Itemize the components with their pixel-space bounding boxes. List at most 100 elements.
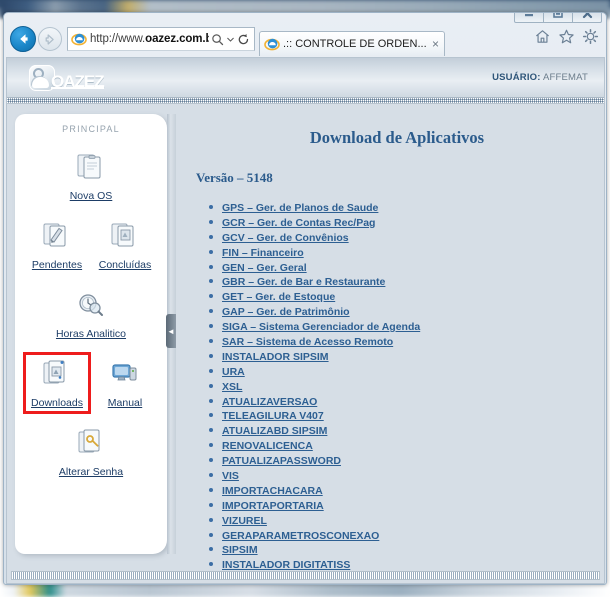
download-link[interactable]: GAP – Ger. de Patrimônio bbox=[222, 306, 350, 318]
page-viewport: OAZEZ USUÁRIO: AFFEMAT PRINCIPAL Nova OS… bbox=[6, 57, 605, 584]
list-item: RENOVALICENCA bbox=[208, 439, 600, 453]
document-key-icon bbox=[41, 424, 141, 462]
list-item: ATUALIZABD SIPSIM bbox=[208, 424, 600, 438]
sidebar-row: Pendentes Concluídas bbox=[15, 217, 167, 273]
close-icon bbox=[582, 13, 592, 18]
list-item: XSL bbox=[208, 380, 600, 394]
tab-favicon-ie-icon bbox=[264, 38, 280, 51]
sidebar-item-alterar-senha[interactable]: Alterar Senha bbox=[41, 424, 141, 480]
user-info: USUÁRIO: AFFEMAT bbox=[492, 72, 588, 83]
download-link[interactable]: VIS bbox=[222, 470, 239, 482]
download-link[interactable]: SIPSIM bbox=[222, 544, 258, 556]
list-item: IMPORTACHACARA bbox=[208, 484, 600, 498]
browser-window: http://www.oazez.com.br/ bbox=[3, 12, 607, 585]
sidebar-row: Downloads Manual bbox=[15, 352, 167, 414]
clock-magnifier-icon bbox=[41, 286, 141, 324]
refresh-button[interactable] bbox=[235, 28, 252, 50]
sidebar-item-label: Manual bbox=[107, 397, 143, 409]
computer-monitor-icon bbox=[94, 355, 156, 393]
tab-close-icon[interactable]: × bbox=[430, 38, 441, 50]
arrow-right-icon bbox=[45, 33, 54, 45]
list-item: URA bbox=[208, 365, 600, 379]
list-item: GCR – Ger. de Contas Rec/Pag bbox=[208, 216, 600, 230]
download-link[interactable]: GERAPARAMETROSCONEXAO bbox=[222, 530, 379, 542]
document-check-icon bbox=[94, 217, 156, 255]
download-link[interactable]: GBR – Ger. de Bar e Restaurante bbox=[222, 276, 385, 288]
list-item: SIPSIM bbox=[208, 543, 600, 557]
footer-hatch-divider bbox=[11, 571, 600, 580]
maximize-icon bbox=[553, 13, 563, 18]
list-item: GEN – Ger. Geral bbox=[208, 261, 600, 275]
sidebar-row: Alterar Senha bbox=[15, 424, 167, 480]
site-header: OAZEZ USUÁRIO: AFFEMAT bbox=[7, 58, 604, 98]
sidebar-item-manual[interactable]: Manual bbox=[94, 355, 156, 411]
ie-logo-icon bbox=[71, 33, 87, 46]
sidebar-item-nova-os[interactable]: Nova OS bbox=[60, 148, 122, 204]
address-bar[interactable]: http://www.oazez.com.br/ bbox=[67, 27, 255, 51]
sidebar-item-label: Alterar Senha bbox=[58, 466, 124, 478]
browser-tab[interactable]: .:: CONTROLE DE ORDEN... × bbox=[259, 31, 445, 56]
download-link[interactable]: ATUALIZABD SIPSIM bbox=[222, 425, 327, 437]
list-item: PATUALIZAPASSWORD bbox=[208, 454, 600, 468]
list-item: SIGA – Sistema Gerenciador de Agenda bbox=[208, 320, 600, 334]
refresh-icon bbox=[238, 33, 249, 44]
document-stack-icon bbox=[60, 148, 122, 186]
sidebar-item-horas-analitico[interactable]: Horas Analitico bbox=[41, 286, 141, 342]
download-link[interactable]: GPS – Ger. de Planos de Saude bbox=[222, 202, 378, 214]
download-link[interactable]: GEN – Ger. Geral bbox=[222, 262, 307, 274]
forward-button[interactable] bbox=[38, 27, 62, 51]
download-link[interactable]: GET – Ger. de Estoque bbox=[222, 291, 335, 303]
list-item: GCV – Ger. de Convênios bbox=[208, 231, 600, 245]
address-text: http://www.oazez.com.br/ bbox=[90, 33, 209, 45]
download-link[interactable]: GCR – Ger. de Contas Rec/Pag bbox=[222, 217, 375, 229]
download-link[interactable]: URA bbox=[222, 366, 245, 378]
sidebar-item-label: Horas Analitico bbox=[55, 328, 127, 340]
back-button[interactable] bbox=[10, 26, 36, 52]
home-button[interactable] bbox=[534, 28, 551, 50]
download-link[interactable]: SIGA – Sistema Gerenciador de Agenda bbox=[222, 321, 420, 333]
sidebar-collapse-button[interactable]: ◄ bbox=[166, 314, 176, 348]
site-logo[interactable]: OAZEZ bbox=[29, 64, 105, 91]
page-title: Download de Aplicativos bbox=[309, 128, 485, 147]
download-link[interactable]: IMPORTAPORTARIA bbox=[222, 500, 324, 512]
download-link[interactable]: IMPORTACHACARA bbox=[222, 485, 323, 497]
document-pen-icon bbox=[26, 217, 88, 255]
download-link[interactable]: INSTALADOR DIGITATISS bbox=[222, 559, 350, 571]
sidebar-item-concluidas[interactable]: Concluídas bbox=[94, 217, 156, 273]
page-body: PRINCIPAL Nova OS Pendentes Concluídas H… bbox=[7, 104, 604, 583]
sidebar-item-pendentes[interactable]: Pendentes bbox=[26, 217, 88, 273]
download-document-icon bbox=[26, 355, 88, 393]
star-icon bbox=[559, 29, 574, 44]
browser-command-bar bbox=[534, 28, 606, 50]
sidebar-row: Nova OS bbox=[15, 148, 167, 204]
list-item: TELEAGILURA V407 bbox=[208, 409, 600, 423]
download-link[interactable]: INSTALADOR SIPSIM bbox=[222, 351, 329, 363]
list-item: INSTALADOR SIPSIM bbox=[208, 350, 600, 364]
list-item: IMPORTAPORTARIA bbox=[208, 499, 600, 513]
sidebar-item-downloads[interactable]: Downloads bbox=[23, 352, 91, 414]
minimize-icon bbox=[525, 14, 533, 17]
download-link[interactable]: SAR – Sistema de Acesso Remoto bbox=[222, 336, 393, 348]
browser-toolbar: http://www.oazez.com.br/ bbox=[4, 22, 606, 56]
download-link[interactable]: VIZUREL bbox=[222, 515, 267, 527]
list-item: GAP – Ger. de Patrimônio bbox=[208, 305, 600, 319]
sidebar-item-label: Nova OS bbox=[69, 190, 113, 202]
download-link[interactable]: ATUALIZAVERSAO bbox=[222, 396, 317, 408]
download-link[interactable]: XSL bbox=[222, 381, 242, 393]
settings-button[interactable] bbox=[582, 28, 599, 50]
download-link[interactable]: GCV – Ger. de Convênios bbox=[222, 232, 349, 244]
download-link[interactable]: RENOVALICENCA bbox=[222, 440, 313, 452]
sidebar-item-label: Downloads bbox=[31, 397, 83, 409]
favorites-button[interactable] bbox=[558, 28, 575, 50]
address-dropdown-button[interactable] bbox=[226, 28, 235, 50]
download-link[interactable]: PATUALIZAPASSWORD bbox=[222, 455, 341, 467]
user-name: AFFEMAT bbox=[542, 72, 588, 83]
gear-icon bbox=[582, 28, 599, 45]
download-link[interactable]: TELEAGILURA V407 bbox=[222, 410, 324, 422]
list-item: VIS bbox=[208, 469, 600, 483]
download-link[interactable]: FIN – Financeiro bbox=[222, 247, 304, 259]
search-button[interactable] bbox=[209, 28, 226, 50]
sidebar-divider: ◄ bbox=[166, 114, 176, 554]
arrow-left-icon bbox=[20, 34, 28, 44]
list-item: GBR – Ger. de Bar e Restaurante bbox=[208, 275, 600, 289]
